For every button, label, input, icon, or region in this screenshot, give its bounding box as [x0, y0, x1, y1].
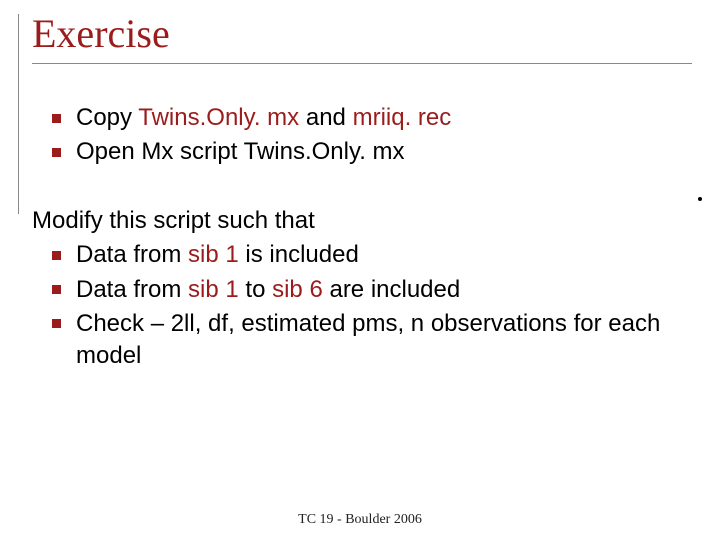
accent-text: sib 1	[188, 241, 239, 268]
list-item: Data from sib 1 is included	[52, 239, 692, 271]
accent-text: sib 1	[188, 276, 239, 303]
text: are included	[323, 276, 460, 303]
text: Copy	[76, 104, 138, 131]
slide-body: Copy Twins.Only. mx and mriiq. rec Open …	[28, 102, 692, 373]
bullet-list-2: Data from sib 1 is included Data from si…	[28, 239, 692, 373]
title-underline	[32, 63, 692, 64]
text: is included	[239, 241, 359, 268]
list-item: Data from sib 1 to sib 6 are included	[52, 274, 692, 306]
slide-title: Exercise	[32, 10, 692, 57]
text: Data from	[76, 241, 188, 268]
text: and	[299, 104, 352, 131]
bullet-list-1: Copy Twins.Only. mx and mriiq. rec Open …	[28, 102, 692, 169]
accent-text: mriiq. rec	[353, 104, 452, 131]
slide: Exercise Copy Twins.Only. mx and mriiq. …	[0, 0, 720, 540]
text: Data from	[76, 276, 188, 303]
list-item: Check – 2ll, df, estimated pms, n observ…	[52, 308, 692, 373]
list-item: Copy Twins.Only. mx and mriiq. rec	[52, 102, 692, 134]
list-item: Open Mx script Twins.Only. mx	[52, 136, 692, 168]
lead-text: Modify this script such that	[32, 205, 692, 237]
slide-footer: TC 19 - Boulder 2006	[0, 512, 720, 528]
text: Check – 2ll, df, estimated pms, n observ…	[76, 310, 660, 369]
decorative-vertical-rule	[18, 14, 19, 214]
accent-text: sib 6	[272, 276, 323, 303]
decorative-dot	[698, 197, 702, 201]
accent-text: Twins.Only. mx	[138, 104, 299, 131]
text: Open Mx script Twins.Only. mx	[76, 138, 405, 165]
text: to	[239, 276, 272, 303]
